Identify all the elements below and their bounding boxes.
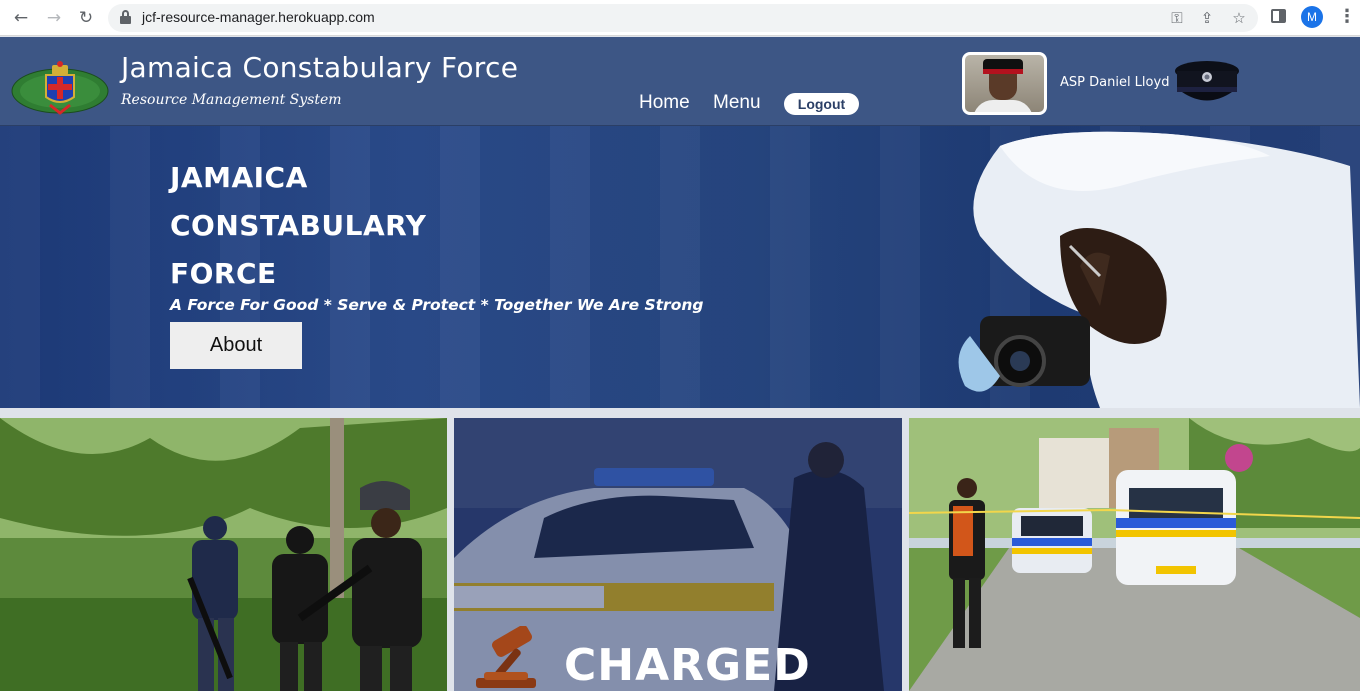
site-subtitle: Resource Management System [121,92,342,108]
charged-label: CHARGED [564,640,811,691]
lock-icon[interactable] [120,10,131,24]
url-text[interactable]: jcf-resource-manager.herokuapp.com [142,9,375,25]
kebab-menu-icon[interactable]: ⋮ [1338,6,1356,28]
hero-heading-line: JAMAICA [170,161,308,194]
hero-heading: JAMAICA CONSTABULARY FORCE [170,154,510,298]
user-avatar[interactable] [962,52,1047,115]
tile-crime-scene[interactable] [909,418,1360,691]
side-panel-icon[interactable] [1271,9,1286,23]
tile-armed-officers[interactable] [0,418,447,691]
star-icon[interactable]: ☆ [1230,9,1248,27]
user-name: ASP Daniel Lloyd [1060,75,1170,90]
browser-toolbar: ← → ↻ jcf-resource-manager.herokuapp.com… [0,0,1360,36]
police-cap-icon [1172,57,1242,112]
address-bar[interactable]: jcf-resource-manager.herokuapp.com ⚿ ⇪ ☆ [108,4,1258,32]
hero-banner: JAMAICA CONSTABULARY FORCE A Force For G… [0,126,1360,408]
logout-button[interactable]: Logout [784,93,859,115]
share-icon[interactable]: ⇪ [1198,9,1216,27]
site-header: Jamaica Constabulary Force Resource Mana… [0,37,1360,126]
nav-home-link[interactable]: Home [639,92,690,114]
site-title: Jamaica Constabulary Force [121,51,519,84]
hero-motto: A Force For Good * Serve & Protect * Tog… [170,296,704,314]
forward-arrow-icon[interactable]: → [44,8,64,28]
profile-avatar[interactable]: M [1301,6,1323,28]
hero-heading-line: CONSTABULARY [170,209,427,242]
forensic-officer-image [958,131,1360,408]
hero-heading-line: FORCE [170,257,277,290]
gavel-icon [476,626,536,688]
jcf-crest-logo[interactable] [10,59,110,117]
about-button[interactable]: About [170,322,302,369]
reload-icon[interactable]: ↻ [76,8,96,28]
back-arrow-icon[interactable]: ← [11,8,31,28]
nav-menu-link[interactable]: Menu [713,92,761,114]
key-icon[interactable]: ⚿ [1168,9,1186,27]
